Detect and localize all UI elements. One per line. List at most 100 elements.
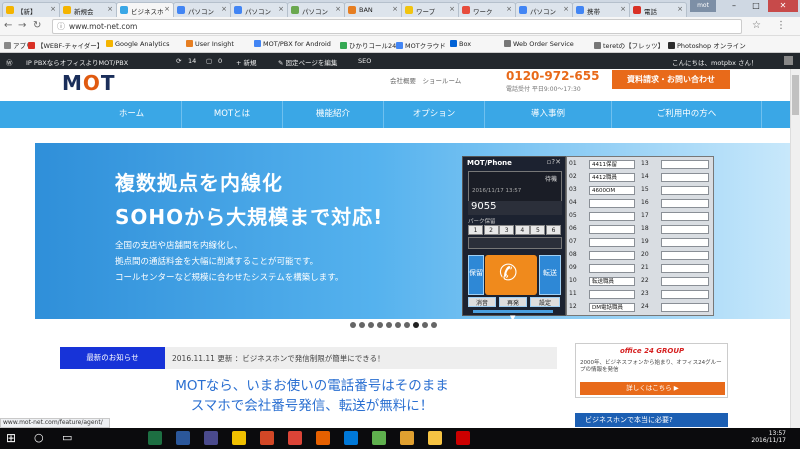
extension-slot[interactable]: 4600OM bbox=[589, 186, 635, 195]
browser-tab[interactable]: 携帯 × bbox=[572, 2, 630, 17]
taskbar-clock[interactable]: 13:57 2016/11/17 bbox=[751, 430, 786, 444]
forward-icon[interactable]: → bbox=[18, 20, 26, 32]
extension-slot[interactable]: 4411保留 bbox=[589, 160, 635, 169]
word-icon[interactable] bbox=[176, 431, 190, 445]
news-item[interactable]: 2016.11.11 更新 ：ビジネスホンで発信制限が簡単にできる！ bbox=[172, 353, 385, 364]
page-scrollbar[interactable] bbox=[790, 69, 800, 428]
slider-dot[interactable] bbox=[350, 322, 356, 328]
slider-dot[interactable] bbox=[377, 322, 383, 328]
wp-new-link[interactable]: + 新規 bbox=[236, 57, 257, 67]
tab-close-icon[interactable]: × bbox=[50, 5, 56, 13]
hold-button[interactable]: 保留 bbox=[468, 255, 484, 295]
scrollbar-thumb[interactable] bbox=[792, 75, 799, 115]
browser-tab[interactable]: BAN × bbox=[344, 2, 402, 17]
nav-item[interactable]: ホーム bbox=[82, 101, 182, 128]
bookmark-item[interactable]: 【WEBF-チャイダー】 bbox=[28, 40, 103, 50]
windows-icon[interactable]: ⊞ bbox=[6, 431, 20, 445]
bookmark-item[interactable]: User Insight bbox=[186, 40, 234, 48]
nav-item[interactable]: 導入事例 bbox=[485, 101, 612, 128]
tab-close-icon[interactable]: × bbox=[563, 5, 569, 13]
wp-seo-link[interactable]: SEO bbox=[358, 57, 371, 65]
wp-site-name[interactable]: IP PBXならオフィスよりMOT/PBX bbox=[26, 57, 128, 67]
extension-slot[interactable]: 4412職員 bbox=[589, 173, 635, 182]
powerpoint-icon[interactable] bbox=[260, 431, 274, 445]
extension-slot[interactable] bbox=[589, 264, 635, 273]
task-view-icon[interactable]: ▭ bbox=[62, 431, 76, 445]
browser-tab[interactable]: パソコン × bbox=[515, 2, 573, 17]
tab-close-icon[interactable]: × bbox=[335, 5, 341, 13]
window-minimize-icon[interactable]: – bbox=[724, 0, 744, 12]
extension-slot[interactable] bbox=[589, 290, 635, 299]
transfer-button[interactable]: 転送 bbox=[539, 255, 561, 295]
extension-slot[interactable] bbox=[661, 264, 709, 273]
bookmark-item[interactable]: teretの【フレッツ】 bbox=[594, 40, 664, 50]
park-slot[interactable]: 5 bbox=[530, 225, 546, 235]
call-button[interactable]: ✆ bbox=[485, 255, 537, 295]
extension-slot[interactable] bbox=[661, 238, 709, 247]
nav-item[interactable]: オプション bbox=[384, 101, 485, 128]
browser-tab[interactable]: 新規会 × bbox=[59, 2, 117, 17]
tab-close-icon[interactable]: × bbox=[221, 5, 227, 13]
extension-slot[interactable]: DM電話職員 bbox=[589, 303, 635, 312]
browser-tab[interactable]: パソコン × bbox=[230, 2, 288, 17]
slider-dot[interactable] bbox=[395, 322, 401, 328]
extension-slot[interactable] bbox=[661, 225, 709, 234]
folder-icon[interactable] bbox=[428, 431, 442, 445]
browser-tab[interactable]: ワープ × bbox=[401, 2, 459, 17]
slider-dot[interactable] bbox=[359, 322, 365, 328]
extension-slot[interactable] bbox=[589, 199, 635, 208]
comments-icon[interactable]: ▢ bbox=[206, 57, 212, 65]
park-slot[interactable]: 4 bbox=[514, 225, 530, 235]
mute-button[interactable]: 消音 bbox=[468, 297, 496, 307]
browser-tab[interactable]: パソコン × bbox=[173, 2, 231, 17]
slider-dot[interactable] bbox=[404, 322, 410, 328]
acrobat-icon[interactable] bbox=[456, 431, 470, 445]
widget-input[interactable] bbox=[468, 237, 562, 249]
browser-tab[interactable]: 【新】 × bbox=[2, 2, 60, 17]
extension-slot[interactable] bbox=[589, 225, 635, 234]
bookmark-star-icon[interactable]: ☆ bbox=[752, 20, 761, 32]
wp-comments-count[interactable]: 0 bbox=[218, 57, 222, 65]
avatar[interactable] bbox=[784, 56, 793, 65]
office24-more-button[interactable]: 詳しくはこちら ▶ bbox=[580, 382, 725, 395]
extension-slot[interactable] bbox=[661, 277, 709, 286]
bookmark-item[interactable]: Photoshop オンライン bbox=[668, 40, 746, 50]
wp-updates-count[interactable]: 14 bbox=[188, 57, 196, 65]
extension-slot[interactable]: 転送職員 bbox=[589, 277, 635, 286]
extension-slot[interactable] bbox=[589, 212, 635, 221]
bookmark-item[interactable]: Box bbox=[450, 40, 471, 48]
slider-dot[interactable] bbox=[422, 322, 428, 328]
tab-close-icon[interactable]: × bbox=[620, 5, 626, 13]
wp-greeting[interactable]: こんにちは、motpbx さん！ bbox=[672, 57, 758, 67]
window-close-icon[interactable]: ✕ bbox=[768, 0, 798, 12]
wordpress-icon[interactable]: Ⓦ bbox=[6, 57, 13, 67]
slider-dot[interactable] bbox=[386, 322, 392, 328]
slider-dot[interactable] bbox=[431, 322, 437, 328]
widget-number[interactable]: 9055 bbox=[468, 201, 562, 215]
browser-tab[interactable]: 電話 × bbox=[629, 2, 687, 17]
firefox-icon[interactable] bbox=[316, 431, 330, 445]
photo-icon[interactable] bbox=[400, 431, 414, 445]
tab-close-icon[interactable]: × bbox=[164, 5, 170, 13]
redial-button[interactable]: 再発 bbox=[499, 297, 527, 307]
widget-expand-icon[interactable]: ▼ bbox=[510, 314, 515, 322]
park-slot[interactable]: 6 bbox=[546, 225, 561, 235]
wp-edit-link[interactable]: ✎ 固定ページを編集 bbox=[278, 57, 337, 67]
tab-close-icon[interactable]: × bbox=[677, 5, 683, 13]
tab-close-icon[interactable]: × bbox=[278, 5, 284, 13]
bookmark-item[interactable]: MOTクラウド bbox=[396, 40, 446, 50]
extension-slot[interactable] bbox=[661, 303, 709, 312]
window-maximize-icon[interactable]: □ bbox=[746, 0, 766, 12]
window-user-label[interactable]: mot bbox=[690, 0, 716, 12]
extension-slot[interactable] bbox=[661, 290, 709, 299]
business-phone-banner[interactable]: ビジネスホンで本当に必要? bbox=[575, 413, 728, 427]
tab-close-icon[interactable]: × bbox=[392, 5, 398, 13]
park-slot[interactable]: 3 bbox=[499, 225, 515, 235]
excel-icon[interactable] bbox=[148, 431, 162, 445]
widget-window-controls-icon[interactable]: ▫?✕ bbox=[547, 158, 561, 166]
extension-slot[interactable] bbox=[661, 199, 709, 208]
tab-close-icon[interactable]: × bbox=[107, 5, 113, 13]
bookmark-item[interactable]: Google Analytics bbox=[106, 40, 170, 48]
park-slot[interactable]: 2 bbox=[483, 225, 499, 235]
volume-slider[interactable] bbox=[473, 310, 553, 313]
